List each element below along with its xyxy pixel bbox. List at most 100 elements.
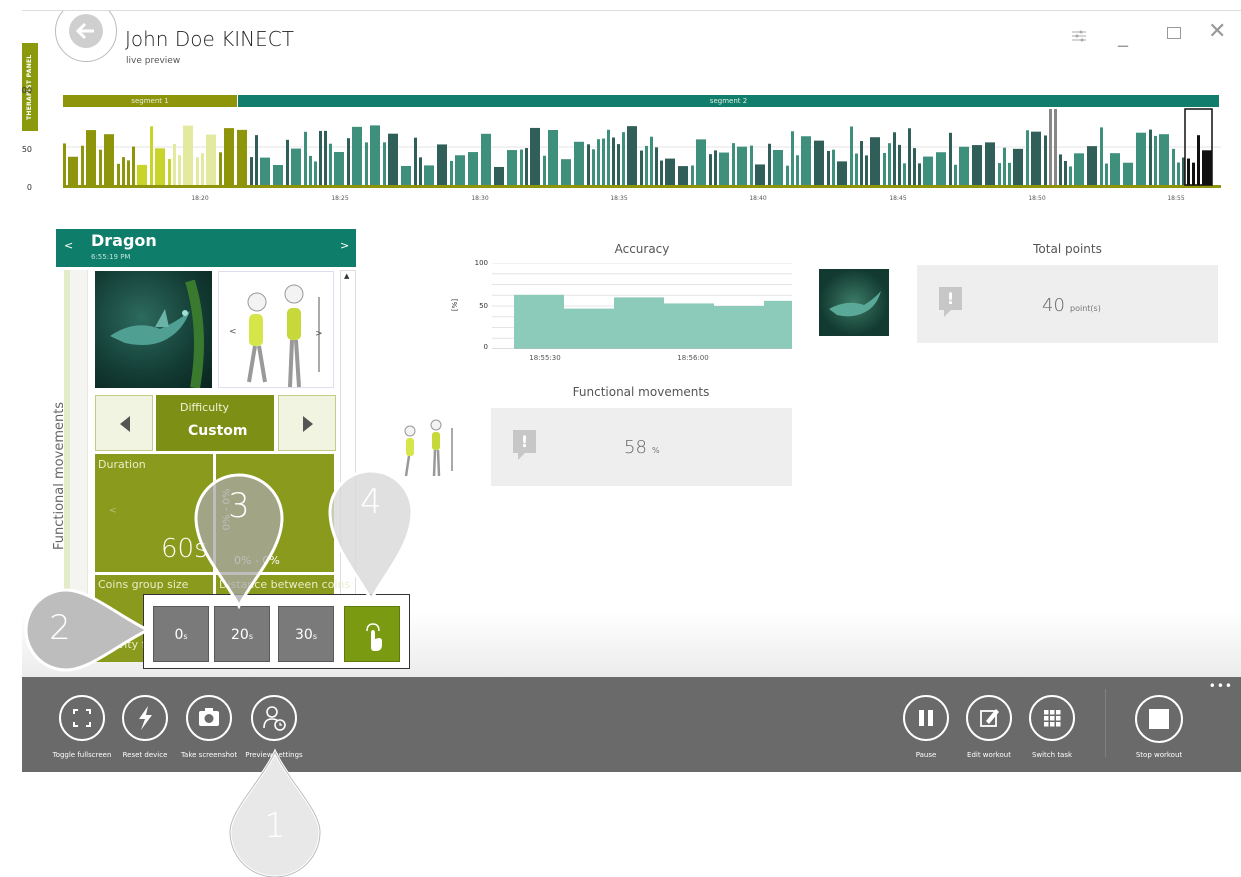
stop-workout-label: Stop workout [1135, 751, 1183, 759]
timeline-bar [309, 155, 312, 187]
timeline-bar [883, 152, 886, 187]
maximize-icon[interactable] [1167, 27, 1181, 39]
timeline-bar [985, 142, 995, 187]
take-screenshot-button[interactable] [186, 695, 232, 741]
preview-settings-button[interactable] [251, 695, 297, 741]
timeline-bar [1031, 131, 1041, 187]
timeline-bar [1202, 150, 1212, 187]
segment-2[interactable]: segment 2 [238, 95, 1219, 107]
timeline-bar [850, 126, 853, 187]
timeline-bar [155, 148, 165, 187]
timeline-bar [81, 145, 84, 187]
timeline-bar [645, 145, 648, 187]
timeline-bar [801, 136, 811, 187]
difficulty-tile[interactable]: Difficulty Custom [156, 395, 274, 451]
back-button[interactable] [55, 11, 117, 62]
timeline-bar [219, 152, 222, 187]
timeline-bar [86, 130, 96, 187]
task-prev-button[interactable]: < [64, 239, 73, 252]
timeline-bar [291, 148, 301, 187]
task-next-button[interactable]: > [340, 239, 349, 252]
timeline-bar [122, 157, 125, 187]
timeline-bar [796, 155, 799, 187]
callout-number-3: 3 [228, 486, 250, 526]
timeline-bar [602, 138, 605, 187]
alert-tail-icon [518, 452, 526, 460]
timeline-bar [137, 164, 147, 187]
delay-option-20[interactable]: 20s [214, 606, 270, 662]
timeline-bar [1013, 148, 1023, 187]
edit-workout-button[interactable] [966, 695, 1012, 741]
timeline-bar [709, 154, 712, 187]
reset-device-button[interactable] [122, 695, 168, 741]
stop-workout-button[interactable] [1135, 695, 1183, 743]
timeline-bar [903, 163, 906, 187]
delay-option-manual[interactable] [344, 606, 400, 662]
timeline-bar [855, 153, 858, 187]
timeline-baseline [63, 185, 1221, 188]
pause-button[interactable] [903, 695, 949, 741]
dragon-thumbnail [95, 271, 212, 388]
difficulty-prev-button[interactable] [95, 395, 153, 451]
minimize-icon[interactable]: _ [1118, 23, 1128, 47]
difficulty-next-button[interactable] [278, 395, 336, 451]
pause-icon [919, 710, 933, 726]
scroll-up-icon[interactable]: ▲ [344, 272, 349, 280]
timeline-bar [837, 161, 847, 187]
timeline-bar [450, 160, 453, 187]
toggle-fullscreen-button[interactable] [59, 695, 105, 741]
timeline-bar [1105, 163, 1108, 187]
timeline-bar [324, 130, 327, 187]
task-name: Dragon [91, 231, 157, 250]
delay-option-30[interactable]: 30s [278, 606, 334, 662]
timeline-bar [543, 155, 546, 187]
close-icon[interactable]: ✕ [1208, 19, 1226, 44]
timeline-bar [388, 133, 398, 187]
more-icon[interactable]: ••• [1209, 679, 1233, 693]
lightning-icon [139, 706, 152, 730]
accuracy-ytick: 0 [483, 343, 488, 351]
timeline-bar [678, 166, 688, 187]
difficulty-value: Custom [188, 423, 248, 439]
delay-option-value: 20 [231, 627, 249, 643]
dragon-image [110, 279, 204, 388]
timeline-bar [650, 136, 653, 187]
timeline-bar [548, 129, 558, 187]
delay-option-0[interactable]: 0s [153, 606, 209, 662]
duration-tile[interactable]: Duration < 60s [95, 454, 213, 572]
timeline-bar [1177, 162, 1180, 187]
timeline-bar [714, 150, 717, 187]
accuracy-xtick: 18:55:30 [529, 354, 561, 362]
timeline-bar [1074, 153, 1084, 187]
pause-label: Pause [915, 751, 937, 759]
timeline-bar [607, 129, 610, 187]
timeline-xtick: 18:40 [749, 195, 767, 202]
accuracy-bar [514, 294, 564, 349]
timeline-bar [530, 127, 540, 187]
timeline-bar [1187, 158, 1190, 187]
segment-1[interactable]: segment 1 [63, 95, 237, 107]
timeline-bar [201, 153, 204, 187]
timeline-bar [1149, 129, 1152, 187]
user-clock-icon [263, 706, 286, 731]
duration-prev-icon[interactable]: < [109, 506, 117, 516]
timeline-xtick: 18:50 [1028, 195, 1046, 202]
svg-text:<: < [229, 327, 237, 337]
preview-settings-label: Preview settings [245, 751, 303, 759]
callout-number-1: 1 [264, 806, 286, 846]
take-screenshot-label: Take screenshot [180, 751, 238, 759]
toolbar-separator [1105, 689, 1106, 757]
switch-task-button[interactable] [1029, 695, 1075, 741]
options-icon[interactable] [1071, 29, 1087, 43]
duration-value: 60s [161, 534, 208, 564]
timeline-bar [168, 159, 171, 187]
timeline-bar [832, 149, 835, 187]
edit-icon [980, 709, 999, 727]
timeline-bar [1059, 154, 1062, 187]
timeline-chart[interactable] [63, 107, 1221, 191]
timeline-bar [972, 145, 982, 187]
alert-icon: ! [939, 287, 962, 310]
stop-icon [1149, 709, 1169, 729]
timeline-bar [908, 128, 911, 187]
timeline-bar [755, 164, 765, 187]
